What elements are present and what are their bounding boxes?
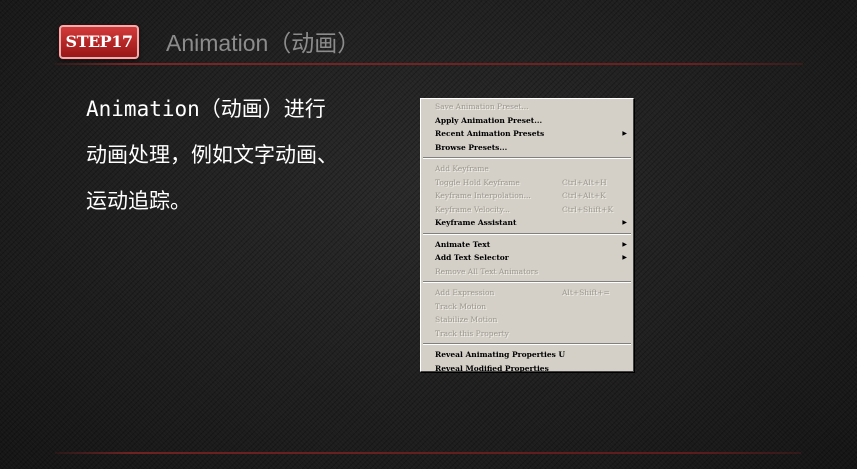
menu-item-save-animation-preset[interactable]: Save Animation Preset...	[421, 100, 633, 114]
menu-item-label: Keyframe Velocity...	[435, 204, 510, 214]
menu-item-label: Remove All Text Animators	[435, 266, 539, 276]
menu-item-track-motion[interactable]: Track Motion	[421, 300, 633, 314]
step-badge: STEP17	[59, 25, 139, 59]
step-title: Animation（动画）	[166, 30, 361, 56]
description-line: 运动追踪。	[86, 189, 191, 213]
menu-item-label: Toggle Hold Keyframe	[435, 177, 520, 187]
menu-item-label: Add Text Selector	[435, 253, 509, 262]
menu-item-label: Reveal Modified Properties	[435, 363, 549, 373]
submenu-arrow-icon: ▶	[622, 240, 627, 248]
menu-item-reveal-animating-properties[interactable]: Reveal Animating Properties U	[421, 348, 633, 362]
description-line: Animation（动画）进行	[86, 97, 326, 121]
description-line: 动画处理，例如文字动画、	[86, 143, 338, 167]
menu-separator	[423, 281, 631, 283]
menu-item-label: Add Keyframe	[435, 164, 489, 173]
description: Animation（动画）进行 动画处理，例如文字动画、 运动追踪。	[86, 94, 406, 232]
menu-item-label: Stabilize Motion	[435, 315, 498, 324]
menu-separator	[423, 343, 631, 345]
menu-item-label: Track this Property	[435, 328, 509, 338]
menu-item-label: Recent Animation Presets	[435, 129, 545, 138]
submenu-arrow-icon: ▶	[622, 219, 627, 226]
submenu-arrow-icon: ▶	[622, 130, 627, 137]
menu-item-keyframe-interpolation[interactable]: Keyframe Interpolation... Ctrl+Alt+K	[421, 189, 633, 203]
menu-item-track-this-property[interactable]: Track this Property	[421, 327, 633, 341]
bottom-divider	[55, 452, 801, 454]
menu-item-label: Track Motion	[435, 301, 487, 311]
submenu-arrow-icon: ▶	[622, 254, 627, 261]
menu-item-shortcut: Alt+Shift+=	[562, 288, 610, 297]
menu-item-label: Browse Presets...	[435, 142, 508, 152]
menu-item-shortcut: Ctrl+Shift+K	[562, 204, 614, 214]
top-divider	[55, 63, 803, 65]
menu-item-shortcut: U	[558, 350, 566, 359]
menu-item-browse-presets[interactable]: Browse Presets...	[421, 141, 633, 155]
menu-item-add-text-selector[interactable]: Add Text Selector ▶	[421, 251, 633, 265]
menu-separator	[423, 232, 631, 235]
menu-item-label: Apply Animation Preset...	[435, 115, 543, 125]
menu-separator	[423, 157, 631, 159]
menu-item-apply-animation-preset[interactable]: Apply Animation Preset...	[421, 114, 633, 128]
menu-item-label: Add Expression	[435, 288, 495, 297]
animation-context-menu: Save Animation Preset... Apply Animation…	[420, 98, 634, 373]
menu-item-add-expression[interactable]: Add Expression Alt+Shift+=	[421, 286, 633, 300]
menu-item-stabilize-motion[interactable]: Stabilize Motion	[421, 313, 633, 327]
menu-item-label: Reveal Animating Properties	[435, 350, 556, 359]
menu-item-toggle-hold-keyframe[interactable]: Toggle Hold Keyframe Ctrl+Alt+H	[421, 176, 633, 190]
menu-item-animate-text[interactable]: Animate Text ▶	[421, 238, 633, 252]
menu-item-shortcut: Ctrl+Alt+K	[562, 191, 606, 200]
menu-item-label: Animate Text	[435, 239, 491, 249]
menu-item-label: Keyframe Assistant	[435, 218, 517, 227]
menu-item-keyframe-velocity[interactable]: Keyframe Velocity... Ctrl+Shift+K	[421, 203, 633, 217]
menu-item-remove-all-text-animators[interactable]: Remove All Text Animators	[421, 265, 633, 279]
menu-item-reveal-modified-properties[interactable]: Reveal Modified Properties	[421, 362, 633, 376]
menu-item-add-keyframe[interactable]: Add Keyframe	[421, 162, 633, 176]
menu-item-label: Save Animation Preset...	[435, 102, 529, 111]
menu-item-keyframe-assistant[interactable]: Keyframe Assistant ▶	[421, 216, 633, 230]
menu-item-label: Keyframe Interpolation...	[435, 191, 531, 200]
menu-item-shortcut: Ctrl+Alt+H	[562, 177, 607, 187]
menu-item-recent-animation-presets[interactable]: Recent Animation Presets ▶	[421, 127, 633, 141]
